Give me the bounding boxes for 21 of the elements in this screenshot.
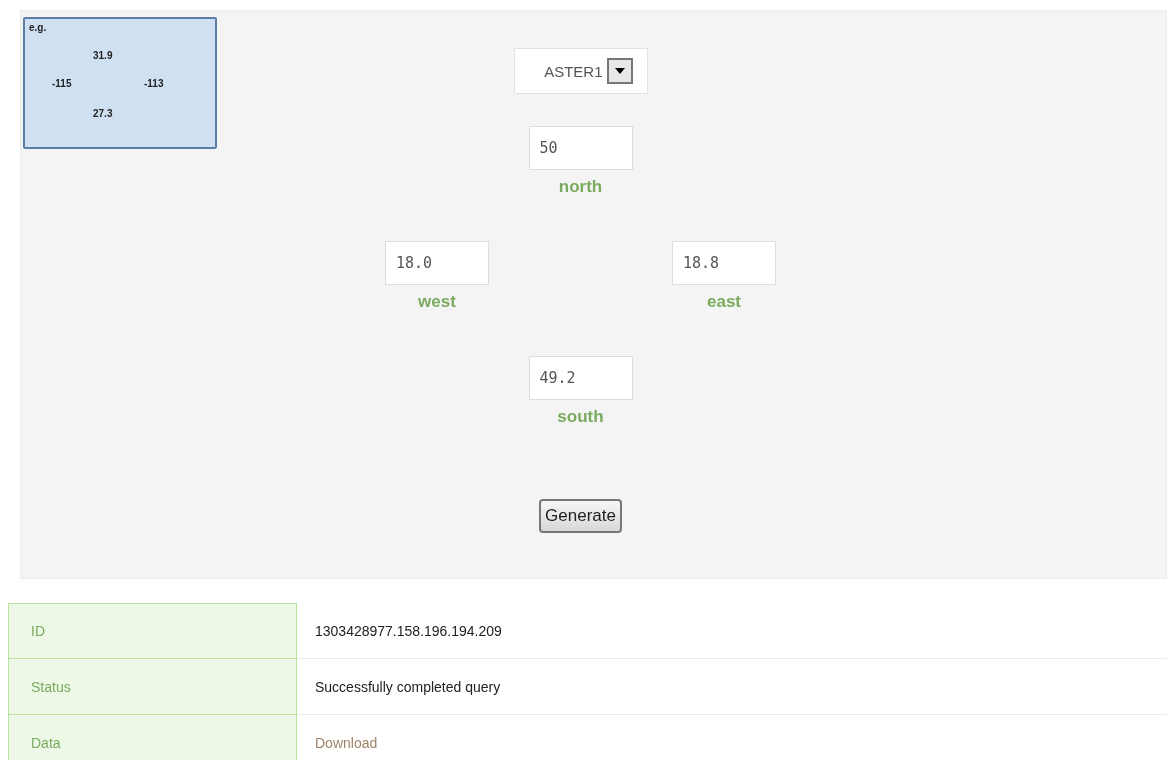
row-header: ID (8, 603, 297, 659)
row-header: Status (8, 659, 297, 715)
row-value: Successfully completed query (315, 678, 501, 695)
generate-button[interactable]: Generate (539, 499, 622, 533)
example-label: e.g. (29, 22, 47, 33)
coordinate-label: south (557, 407, 604, 427)
dataset-dropdown[interactable]: ASTER1 (513, 48, 648, 94)
coordinate-label: west (418, 292, 456, 312)
download-link[interactable]: Download (315, 734, 378, 751)
example-east: -113 (144, 78, 164, 89)
example-north: 31.9 (93, 50, 113, 61)
example-south: 27.3 (93, 108, 113, 119)
row-header: Data (8, 715, 297, 760)
row-value: 1303428977.158.196.194.209 (315, 622, 502, 639)
coordinate-field[interactable]: 18.8 (672, 241, 776, 285)
example-west: -115 (52, 78, 72, 89)
coordinate-field[interactable]: 50 (528, 126, 633, 170)
coordinate-field[interactable]: 18.0 (385, 241, 489, 285)
coordinate-label: east (707, 292, 741, 312)
coordinate-field[interactable]: 49.2 (528, 356, 633, 400)
coordinate-label: north (558, 177, 603, 197)
